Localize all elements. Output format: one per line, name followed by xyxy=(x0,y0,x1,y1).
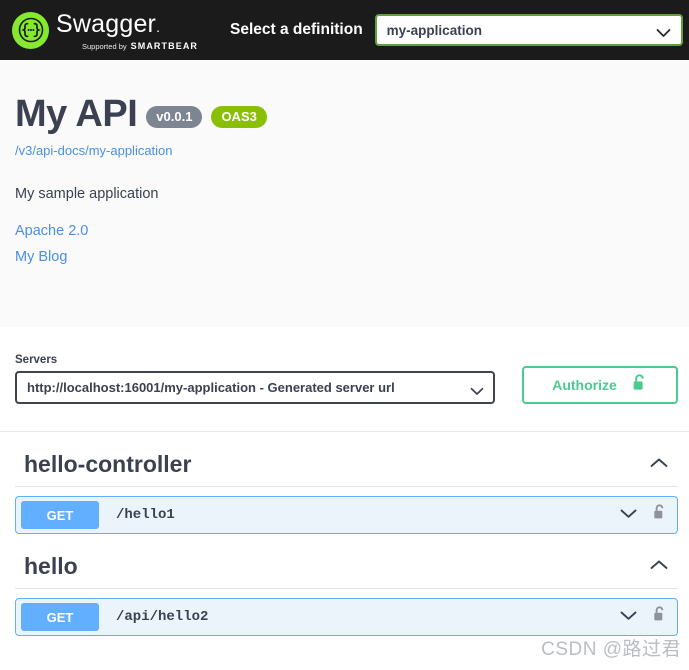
tag-section-hello-controller: hello-controller GET /hello1 xyxy=(0,432,689,534)
servers-section: Servers http://localhost:16001/my-applic… xyxy=(15,354,495,404)
tag-name: hello-controller xyxy=(24,451,192,477)
api-info-block: My API v0.0.1 OAS3 /v3/api-docs/my-appli… xyxy=(0,60,689,327)
chevron-down-icon[interactable] xyxy=(619,608,638,626)
supported-by-label: Supported by xyxy=(82,41,127,51)
servers-label: Servers xyxy=(15,354,58,366)
server-select-value: http://localhost:16001/my-application - … xyxy=(27,380,395,395)
swagger-wordmark: Swagger. Supported by SMARTBEAR xyxy=(56,10,198,51)
operation-get-api-hello2[interactable]: GET /api/hello2 xyxy=(15,598,678,636)
tag-name: hello xyxy=(24,553,78,579)
csdn-watermark: CSDN @路过君 xyxy=(541,639,681,660)
unlock-icon xyxy=(631,373,648,398)
logo-word-text: Swagger xyxy=(56,9,157,38)
operation-get-hello1[interactable]: GET /hello1 xyxy=(15,496,678,534)
definition-select[interactable]: my-application xyxy=(374,14,683,46)
unlock-icon[interactable] xyxy=(652,503,667,527)
oas-badge: OAS3 xyxy=(211,105,267,128)
logo-dot: . xyxy=(156,18,161,35)
chevron-down-icon[interactable] xyxy=(619,506,638,524)
tag-section-hello: hello GET /api/hello2 xyxy=(0,534,689,636)
swagger-braces-icon xyxy=(12,11,49,49)
swagger-logo[interactable]: Swagger. Supported by SMARTBEAR xyxy=(12,10,198,51)
chevron-up-icon[interactable] xyxy=(649,456,669,474)
http-method-badge: GET xyxy=(21,603,99,631)
tag-header-hello[interactable]: hello xyxy=(15,534,678,589)
chevron-down-icon xyxy=(470,383,484,401)
smartbear-label: SMARTBEAR xyxy=(130,40,199,51)
operation-controls xyxy=(619,503,667,527)
operation-path: /hello1 xyxy=(116,507,175,523)
chevron-down-icon xyxy=(656,25,671,43)
definition-select-value: my-application xyxy=(386,22,482,38)
scheme-container: Servers http://localhost:16001/my-applic… xyxy=(0,327,689,404)
authorize-button-label: Authorize xyxy=(552,377,617,393)
authorize-button[interactable]: Authorize xyxy=(522,366,678,404)
select-definition-label: Select a definition xyxy=(230,21,363,38)
api-title-row: My API v0.0.1 OAS3 xyxy=(15,94,674,134)
swagger-ui-page: Swagger. Supported by SMARTBEAR Select a… xyxy=(0,0,689,670)
operation-controls xyxy=(619,605,667,629)
operation-path: /api/hello2 xyxy=(116,609,209,625)
api-description: My sample application xyxy=(15,186,159,202)
chevron-up-icon[interactable] xyxy=(649,558,669,576)
topbar: Swagger. Supported by SMARTBEAR Select a… xyxy=(0,0,689,60)
unlock-icon[interactable] xyxy=(652,605,667,629)
http-method-badge: GET xyxy=(21,501,99,529)
license-link[interactable]: Apache 2.0 xyxy=(15,223,674,239)
api-docs-link[interactable]: /v3/api-docs/my-application xyxy=(15,143,173,158)
api-links: Apache 2.0 My Blog xyxy=(15,223,674,265)
server-select[interactable]: http://localhost:16001/my-application - … xyxy=(15,371,495,404)
tag-header-hello-controller[interactable]: hello-controller xyxy=(15,432,678,487)
page-title: My API xyxy=(15,93,138,135)
external-docs-link[interactable]: My Blog xyxy=(15,249,674,265)
version-badge: v0.0.1 xyxy=(146,105,203,128)
